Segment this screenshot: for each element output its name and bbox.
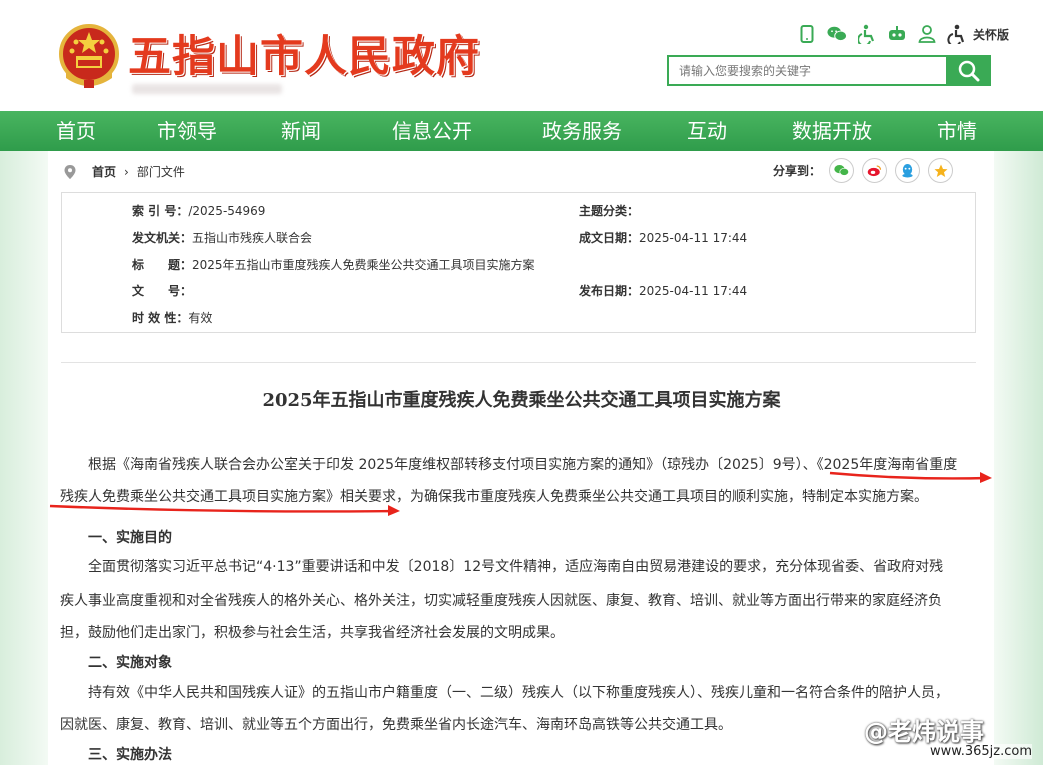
- meta-title-row: 标 题：2025年五指山市重度残疾人免费乘坐公共交通工具项目实施方案: [132, 256, 535, 273]
- user-icon[interactable]: [917, 24, 937, 44]
- share-qzone-star-icon[interactable]: [928, 158, 954, 183]
- location-pin-icon: [64, 164, 76, 179]
- annotation-arrow-1: [829, 471, 992, 483]
- site-subtitle-blurred: [132, 84, 282, 94]
- meta-publish-value: 2025-04-11 17:44: [639, 284, 748, 298]
- meta-org-row: 发文机关：五指山市残疾人联合会: [132, 229, 312, 246]
- nav-item-news[interactable]: 新闻: [281, 111, 321, 151]
- share-weibo-icon[interactable]: [862, 158, 888, 183]
- search-input[interactable]: [669, 57, 949, 84]
- search-button[interactable]: [946, 55, 991, 86]
- mobile-icon[interactable]: [797, 24, 817, 44]
- section-3-heading: 三、实施办法: [88, 747, 172, 763]
- meta-publish-label: 发布日期：: [579, 284, 640, 298]
- section-1-heading: 一、实施目的: [88, 530, 172, 546]
- meta-index-value: /2025-54969: [188, 204, 266, 218]
- meta-title-value: 2025年五指山市重度残疾人免费乘坐公共交通工具项目实施方案: [192, 258, 535, 272]
- meta-date-row: 成文日期：2025-04-11 17:44: [579, 229, 747, 246]
- meta-index-row: 索 引 号：/2025-54969: [132, 202, 265, 219]
- meta-org-value: 五指山市残疾人联合会: [192, 231, 313, 245]
- section-2-line-2: 因就医、康复、教育、培训、就业等五个方面出行，免费乘坐省内长途汽车、海南环岛高铁…: [60, 717, 732, 733]
- meta-docno-label: 文 号：: [132, 284, 193, 298]
- meta-docno-row: 文 号：: [132, 282, 192, 299]
- document-meta-table: 索 引 号：/2025-54969 主题分类： 发文机关：五指山市残疾人联合会 …: [61, 192, 976, 333]
- meta-org-label: 发文机关：: [132, 231, 193, 245]
- watermark-text: @老炜说事: [864, 718, 984, 746]
- share-label: 分享到：: [773, 164, 822, 178]
- nav-item-home[interactable]: 首页: [56, 111, 96, 151]
- main-nav: 首页 市领导 新闻 信息公开 政务服务 互动 数据开放 市情: [0, 111, 1043, 151]
- share-wechat-icon[interactable]: [829, 158, 855, 183]
- section-1-line-1: 全面贯彻落实习近平总书记“4·13”重要讲话和中发〔2018〕12号文件精神，适…: [88, 559, 944, 575]
- nav-item-open-data[interactable]: 数据开放: [792, 111, 872, 151]
- search-box: [667, 55, 949, 86]
- national-emblem-icon: [59, 24, 119, 88]
- page-side-left: [0, 151, 48, 765]
- share-qq-icon[interactable]: [895, 158, 921, 183]
- meta-validity-value: 有效: [188, 311, 213, 325]
- annotation-arrow-2: [49, 504, 400, 516]
- meta-title-label: 标 题：: [132, 258, 193, 272]
- wechat-icon[interactable]: [827, 24, 847, 44]
- meta-date-label: 成文日期：: [579, 231, 640, 245]
- section-1-line-3: 担，鼓励他们走出家门，积极参与社会生活，共享我省经济社会发展的文明成果。: [60, 625, 564, 641]
- breadcrumb-home[interactable]: 首页: [92, 163, 116, 180]
- site-title[interactable]: 五指山市人民政府: [128, 22, 480, 84]
- page-side-right: [994, 151, 1043, 765]
- meta-date-value: 2025-04-11 17:44: [639, 231, 748, 245]
- breadcrumb: 首页 › 部门文件: [64, 163, 185, 180]
- meta-topic-row: 主题分类：: [579, 202, 639, 219]
- divider: [61, 362, 976, 363]
- section-2-heading: 二、实施对象: [88, 655, 172, 671]
- section-2-line-1: 持有效《中华人民共和国残疾人证》的五指山市户籍重度（一、二级）残疾人（以下称重度…: [88, 685, 949, 701]
- nav-item-city-info[interactable]: 市情: [937, 111, 977, 151]
- search-icon: [958, 60, 979, 81]
- site-header: 五指山市人民政府 关怀版: [0, 0, 1043, 110]
- nav-item-interaction[interactable]: 互动: [687, 111, 727, 151]
- robot-icon[interactable]: [887, 24, 907, 44]
- nav-item-info-disclosure[interactable]: 信息公开: [392, 111, 472, 151]
- care-mode-icon[interactable]: [947, 24, 967, 44]
- meta-validity-row: 时 效 性：有效: [132, 309, 212, 326]
- document-title: 2025年五指山市重度残疾人免费乘坐公共交通工具项目实施方案: [262, 390, 781, 411]
- meta-topic-label: 主题分类：: [579, 204, 640, 218]
- meta-index-label: 索 引 号：: [132, 204, 189, 218]
- meta-validity-label: 时 效 性：: [132, 311, 189, 325]
- care-mode-label[interactable]: 关怀版: [973, 26, 1009, 43]
- nav-item-leaders[interactable]: 市领导: [157, 111, 217, 151]
- share-bar: 分享到：: [773, 158, 954, 183]
- breadcrumb-current[interactable]: 部门文件: [137, 163, 185, 180]
- watermark-url: www.365jz.com: [930, 744, 1032, 759]
- top-toolbar: 关怀版: [797, 24, 1009, 44]
- nav-item-gov-services[interactable]: 政务服务: [542, 111, 622, 151]
- breadcrumb-separator: ›: [124, 164, 129, 179]
- accessibility-icon[interactable]: [857, 24, 877, 44]
- meta-publish-row: 发布日期：2025-04-11 17:44: [579, 282, 747, 299]
- section-1-line-2: 疾人事业高度重视和对全省残疾人的格外关心、格外关注，切实减轻重度残疾人因就医、康…: [60, 593, 942, 609]
